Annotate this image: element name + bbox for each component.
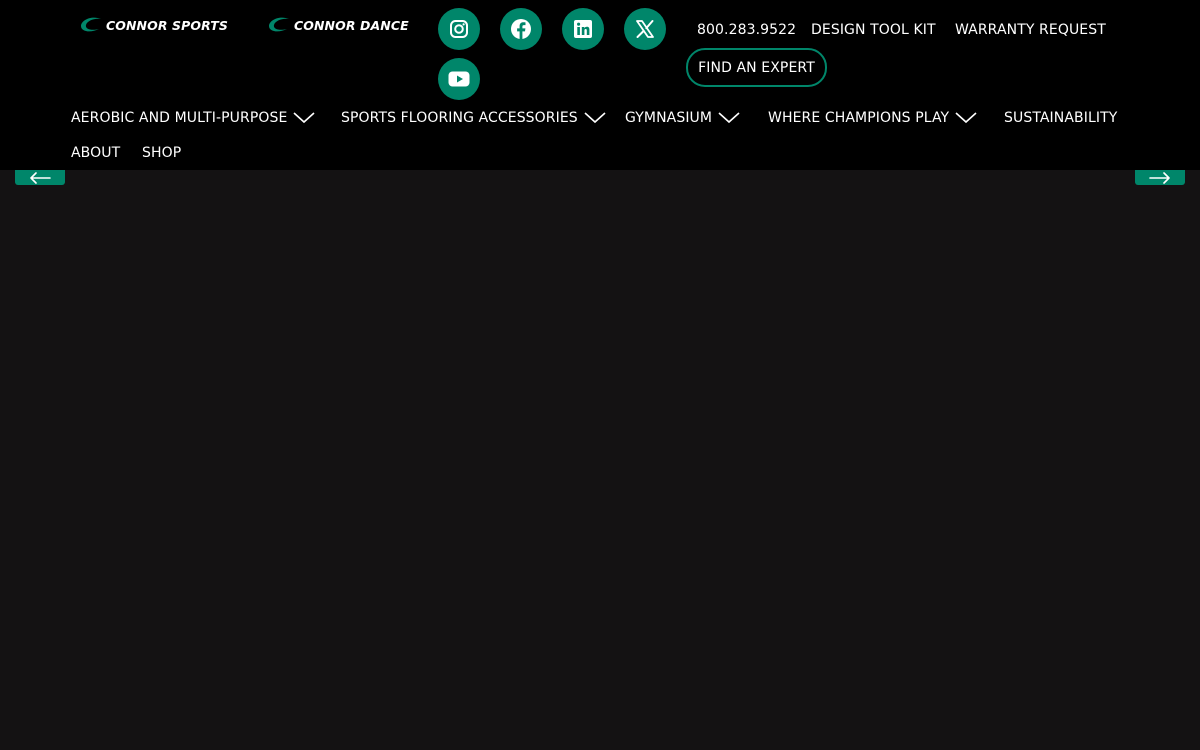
connor-sports-logo-text: CONNOR SPORTS: [106, 17, 229, 33]
instagram-icon: [450, 20, 468, 38]
warranty-request-link[interactable]: WARRANTY REQUEST: [955, 22, 1106, 40]
nav-item-gymnasium[interactable]: GYMNASIUM: [625, 108, 740, 128]
nav-item-label: SPORTS FLOORING ACCESSORIES: [341, 110, 578, 126]
site-header: CONNOR SPORTS CONNOR DANCE 800.283.9522 …: [0, 0, 1200, 170]
facebook-icon: [511, 19, 531, 39]
connor-dance-logo[interactable]: CONNOR DANCE: [267, 14, 409, 36]
nav-item-label: AEROBIC AND MULTI-PURPOSE: [71, 110, 288, 126]
find-an-expert-button[interactable]: FIND AN EXPERT: [686, 48, 827, 87]
page: CONNOR SPORTS CONNOR DANCE 800.283.9522 …: [0, 0, 1200, 750]
carousel-prev-button[interactable]: [15, 170, 65, 185]
nav-item-label: SUSTAINABILITY: [1004, 110, 1118, 126]
carousel-next-button[interactable]: [1135, 170, 1185, 185]
chevron-down-icon[interactable]: [584, 112, 606, 124]
nav-item-sustainability[interactable]: SUSTAINABILITY: [1004, 108, 1117, 128]
chevron-down-icon[interactable]: [955, 112, 977, 124]
nav-item-sports-flooring-accessories[interactable]: SPORTS FLOORING ACCESSORIES: [341, 108, 606, 128]
nav-item-aerobic-multi-purpose[interactable]: AEROBIC AND MULTI-PURPOSE: [71, 108, 315, 128]
find-an-expert-label: FIND AN EXPERT: [698, 59, 815, 76]
x-link[interactable]: [624, 8, 666, 50]
design-tool-kit-link[interactable]: DESIGN TOOL KIT: [811, 22, 936, 40]
nav-item-label: ABOUT: [71, 145, 121, 161]
arrow-right-icon: [1149, 171, 1170, 184]
facebook-link[interactable]: [500, 8, 542, 50]
chevron-down-icon[interactable]: [718, 112, 740, 124]
nav-item-shop[interactable]: SHOP: [142, 143, 181, 163]
connor-swoosh-icon: [269, 17, 289, 32]
youtube-link[interactable]: [438, 58, 480, 100]
nav-item-label: GYMNASIUM: [625, 110, 713, 126]
chevron-down-icon[interactable]: [293, 112, 315, 124]
youtube-icon: [448, 71, 470, 87]
linkedin-link[interactable]: [562, 8, 604, 50]
connor-sports-logo[interactable]: CONNOR SPORTS: [79, 14, 228, 36]
nav-item-where-champions-play[interactable]: WHERE CHAMPIONS PLAY: [768, 108, 977, 128]
connor-swoosh-icon: [81, 17, 101, 32]
hero-carousel: [0, 170, 1200, 750]
linkedin-icon: [574, 20, 592, 38]
instagram-link[interactable]: [438, 8, 480, 50]
arrow-left-icon: [30, 171, 51, 184]
nav-item-label: WHERE CHAMPIONS PLAY: [768, 110, 950, 126]
nav-item-about[interactable]: ABOUT: [71, 143, 120, 163]
x-icon: [636, 20, 654, 38]
nav-item-label: SHOP: [142, 145, 182, 161]
connor-dance-logo-text: CONNOR DANCE: [294, 17, 409, 33]
phone-link[interactable]: 800.283.9522: [697, 22, 796, 40]
